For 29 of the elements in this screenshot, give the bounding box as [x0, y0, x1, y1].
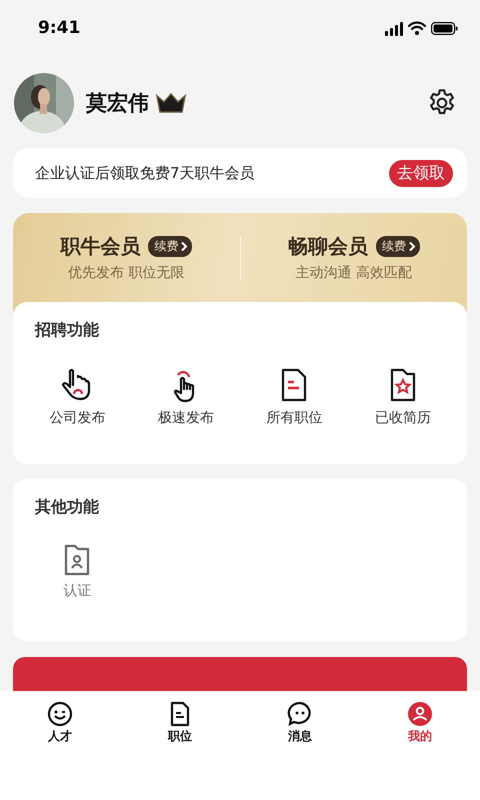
section-title: 招聘功能 — [35, 320, 100, 341]
wifi-icon — [408, 21, 426, 35]
membership-title: 职牛会员 — [60, 233, 140, 260]
feature-item[interactable]: 公司发布 — [23, 367, 132, 427]
feature-item[interactable]: 认证 — [23, 544, 132, 600]
membership-subtitle: 优先发布 职位无限 — [68, 264, 184, 282]
promo-text: 企业认证后领取免费7天职牛会员 — [35, 164, 255, 182]
signal-icon — [385, 20, 403, 36]
renew-button[interactable]: 续费 — [376, 236, 420, 257]
smiley-icon — [47, 701, 73, 727]
feature-item[interactable]: 已收简历 — [348, 367, 457, 427]
feature-item[interactable]: 所有职位 — [240, 367, 348, 427]
user-name: 莫宏伟 — [86, 90, 149, 117]
renew-button[interactable]: 续费 — [148, 236, 192, 257]
membership-subtitle: 主动沟通 高效匹配 — [296, 264, 412, 282]
tab[interactable]: 消息 — [240, 701, 360, 745]
membership-title: 畅聊会员 — [288, 233, 368, 260]
section-title: 其他功能 — [35, 497, 100, 518]
feature-item[interactable]: 极速发布 — [132, 367, 240, 427]
claim-button[interactable]: 去领取 — [389, 160, 453, 186]
chat-icon — [287, 701, 313, 727]
profile-icon — [407, 701, 433, 727]
tab[interactable]: 职位 — [120, 701, 240, 745]
tab[interactable]: 人才 — [0, 701, 120, 745]
tab[interactable]: 我的 — [360, 701, 480, 745]
status-time: 9:41 — [38, 18, 80, 38]
chevron-icon — [180, 241, 188, 252]
battery-icon — [431, 22, 458, 34]
chevron-icon — [408, 241, 416, 252]
